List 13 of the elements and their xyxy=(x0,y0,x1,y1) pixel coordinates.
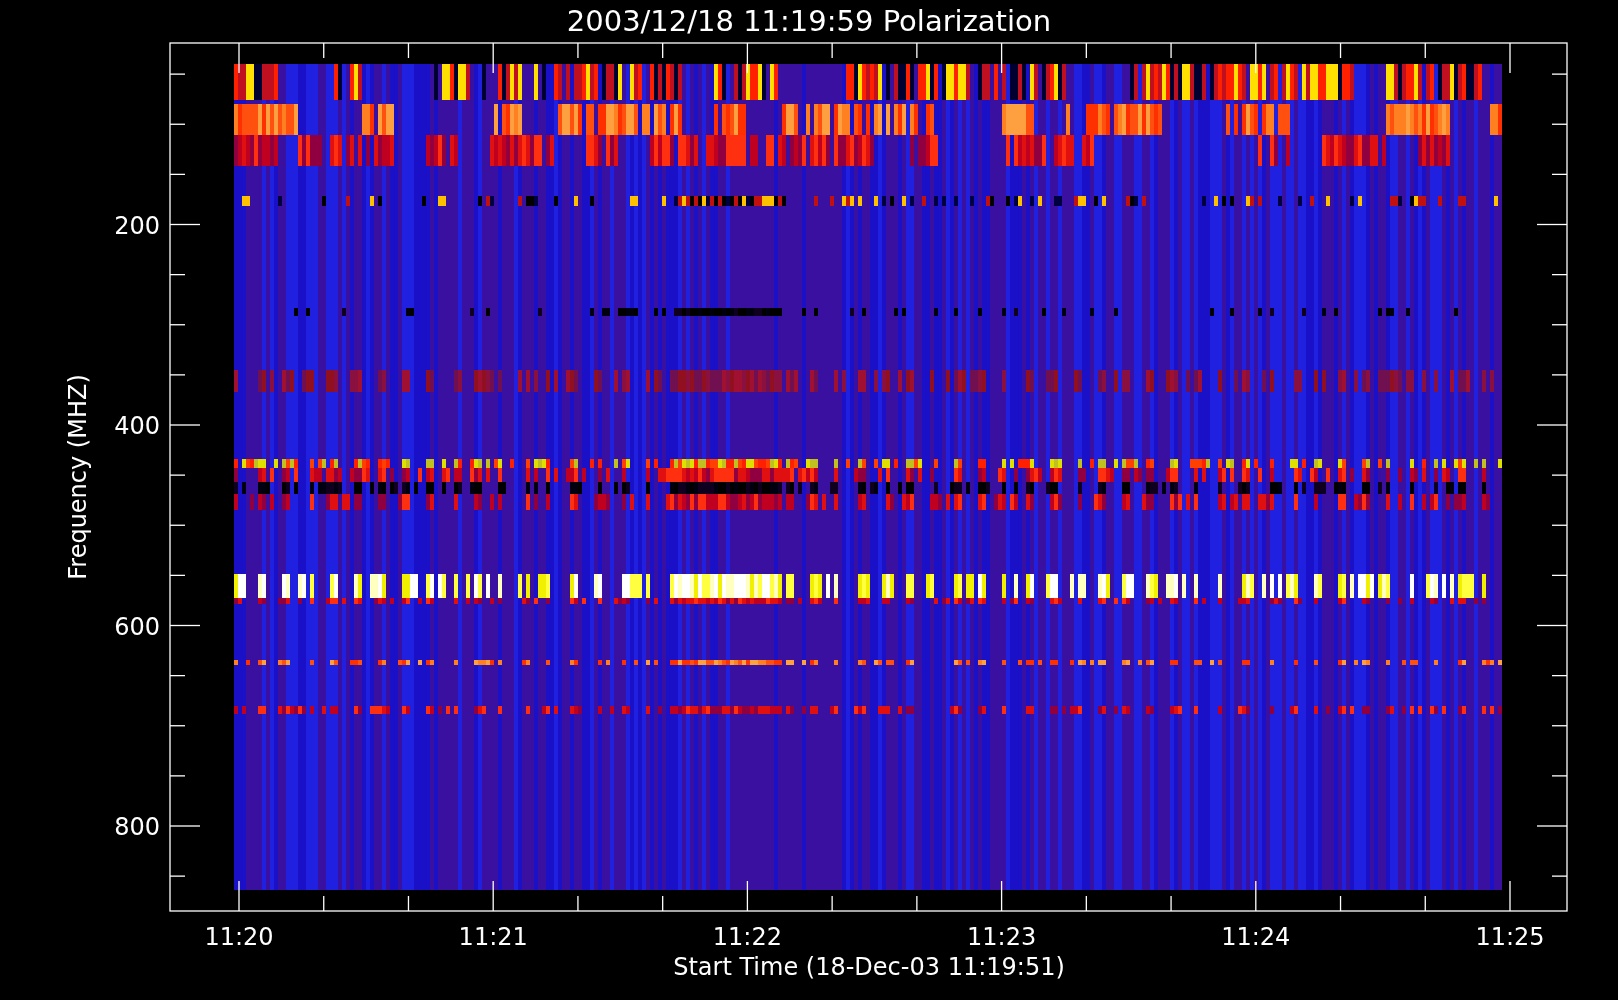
x-tick-label: 11:25 xyxy=(1475,923,1545,951)
x-tick-label: 11:22 xyxy=(712,923,782,951)
x-tick-label: 11:23 xyxy=(967,923,1037,951)
x-tick-label: 11:21 xyxy=(458,923,528,951)
plot-title: 2003/12/18 11:19:59 Polarization xyxy=(566,4,1052,38)
x-axis-label: Start Time (18-Dec-03 11:19:51) xyxy=(673,953,1065,981)
x-tick-label: 11:20 xyxy=(204,923,274,951)
y-tick-label: 400 xyxy=(114,412,160,440)
y-tick-label: 200 xyxy=(114,211,160,240)
y-tick-label: 800 xyxy=(114,813,160,841)
y-tick-label: 600 xyxy=(114,612,160,641)
x-tick-label: 11:24 xyxy=(1221,923,1291,951)
y-axis-label: Frequency (MHZ) xyxy=(64,374,92,580)
